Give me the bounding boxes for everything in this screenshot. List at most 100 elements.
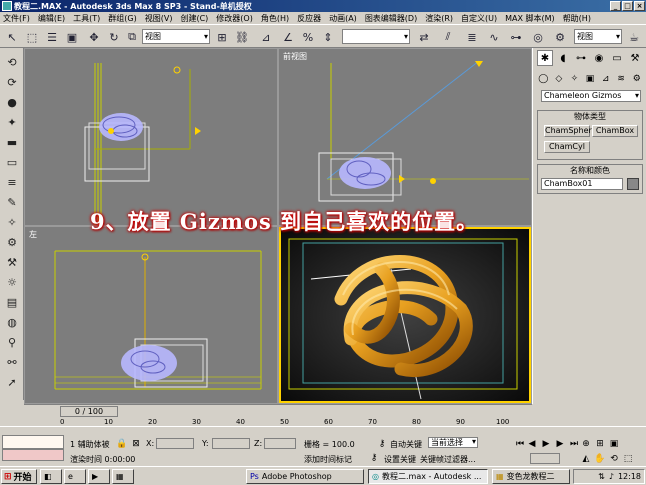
object-name-field[interactable]: ChamBox01 [541, 178, 623, 190]
pan-icon[interactable]: ✋ [594, 453, 606, 465]
ball-icon[interactable]: ◍ [4, 314, 20, 330]
cloth-icon[interactable]: ▤ [4, 294, 20, 310]
object-type-header[interactable]: 物体类型 [538, 111, 642, 121]
shapes-icon[interactable]: ◇ [553, 72, 566, 86]
render-scene-icon[interactable]: ⚙ [552, 29, 568, 45]
zoom-all-icon[interactable]: ⊞ [594, 438, 606, 450]
quicklaunch-folder-icon[interactable]: ▦ [112, 469, 134, 484]
quicklaunch-ie-icon[interactable]: e [64, 469, 86, 484]
pivot-center-icon[interactable]: ⊞ [214, 29, 230, 45]
autokey-label[interactable]: 自动关键 [390, 439, 422, 450]
absolute-mode-icon[interactable]: ⊠ [130, 438, 142, 450]
start-button[interactable]: ⊞ 开始 [1, 469, 37, 484]
sun-icon[interactable]: ☼ [4, 274, 20, 290]
close-button[interactable]: × [634, 1, 645, 11]
name-color-header[interactable]: 名称和颜色 [538, 165, 642, 175]
menu-views[interactable]: 视图(V) [145, 13, 173, 24]
task-tutorial-folder[interactable]: ▦ 变色龙教程二 [492, 469, 570, 484]
time-slider[interactable]: 0 / 100 [60, 406, 118, 417]
prev-frame-icon[interactable]: ◀ [526, 438, 538, 450]
zoom-icon[interactable]: ⊕ [580, 438, 592, 450]
menu-maxscript[interactable]: MAX 脚本(M) [505, 13, 555, 24]
fov-icon[interactable]: ◭ [580, 453, 592, 465]
redo-icon[interactable]: ⟳ [4, 74, 20, 90]
menu-reactor[interactable]: 反应器 [297, 13, 321, 24]
menu-edit[interactable]: 编辑(E) [38, 13, 65, 24]
undo-icon[interactable]: ⟲ [4, 54, 20, 70]
menu-tools[interactable]: 工具(T) [73, 13, 100, 24]
schematic-view-icon[interactable]: ⊶ [508, 29, 524, 45]
motion-tab-icon[interactable]: ◉ [591, 50, 607, 66]
chambox-button[interactable]: ChamBox [592, 125, 638, 137]
render-view-dropdown[interactable]: 视图 [574, 29, 622, 44]
viewport-left[interactable]: 左 [25, 227, 277, 403]
modify-tab-icon[interactable]: ◖ [555, 50, 571, 66]
orbit-icon[interactable]: ⟲ [608, 453, 620, 465]
figure-icon[interactable]: ⚲ [4, 334, 20, 350]
window-crossing-icon[interactable]: ▣ [64, 29, 80, 45]
move-icon[interactable]: ✥ [86, 29, 102, 45]
systems-icon[interactable]: ⚙ [630, 72, 643, 86]
arrow-tool-icon[interactable]: ➚ [4, 374, 20, 390]
wand-icon[interactable]: ✧ [4, 214, 20, 230]
menu-graph-editors[interactable]: 图表编辑器(D) [365, 13, 417, 24]
spacewarps-icon[interactable]: ≋ [615, 72, 628, 86]
menu-animation[interactable]: 动画(A) [329, 13, 357, 24]
align-icon[interactable]: ⫽ [440, 29, 456, 45]
key-filter-button[interactable]: 关键帧过滤器... [420, 454, 476, 465]
select-name-icon[interactable]: ☰ [44, 29, 60, 45]
setkey-label[interactable]: 设置关键 [384, 454, 416, 465]
quicklaunch-media-icon[interactable]: ▶ [88, 469, 110, 484]
object-color-swatch[interactable] [627, 178, 639, 190]
curve-editor-icon[interactable]: ∿ [486, 29, 502, 45]
hierarchy-tab-icon[interactable]: ⊶ [573, 50, 589, 66]
chain-icon[interactable]: ⚯ [4, 354, 20, 370]
reference-coord-dropdown[interactable]: 视图 [142, 29, 210, 44]
material-editor-icon[interactable]: ◎ [530, 29, 546, 45]
select-arrow-icon[interactable]: ↖ [4, 29, 20, 45]
selection-set-dropdown[interactable]: 当前选择 [428, 437, 478, 448]
set-key-icon[interactable]: ⚷ [368, 452, 380, 464]
zoom-extents-icon[interactable]: ▣ [608, 438, 620, 450]
mirror-icon[interactable]: ⇄ [416, 29, 432, 45]
viewport-front[interactable]: 前视图 [279, 49, 531, 225]
z-coord-field[interactable] [264, 438, 296, 449]
chamcyl-button[interactable]: ChamCyl [544, 141, 590, 153]
geometry-icon[interactable]: ◯ [537, 72, 550, 86]
maxscript-listener[interactable] [2, 435, 64, 449]
snap-3d-icon[interactable]: ⊿ [258, 29, 274, 45]
named-selection-dropdown[interactable] [342, 29, 410, 44]
display-tab-icon[interactable]: ▭ [609, 50, 625, 66]
percent-snap-icon[interactable]: % [300, 29, 316, 45]
minimize-button[interactable]: _ [610, 1, 621, 11]
maxscript-mini-listener[interactable] [2, 449, 64, 461]
create-tab-icon[interactable]: ✱ [537, 50, 553, 66]
angle-snap-icon[interactable]: ∠ [280, 29, 296, 45]
box-icon[interactable]: ▬ [4, 134, 20, 150]
menu-group[interactable]: 群组(G) [108, 13, 136, 24]
cameras-icon[interactable]: ▣ [584, 72, 597, 86]
brush-icon[interactable]: ✎ [4, 194, 20, 210]
menu-modifiers[interactable]: 修改器(O) [216, 13, 253, 24]
y-coord-field[interactable] [212, 438, 250, 449]
helpers-icon[interactable]: ⊿ [599, 72, 612, 86]
menu-create[interactable]: 创建(C) [180, 13, 208, 24]
tray-network-icon[interactable]: ⇅ [598, 472, 605, 481]
camera-icon[interactable]: ▭ [4, 154, 20, 170]
select-region-icon[interactable]: ⬚ [24, 29, 40, 45]
layer-icon[interactable]: ≣ [464, 29, 480, 45]
viewport-top[interactable] [25, 49, 277, 225]
quick-render-icon[interactable]: ☕ [626, 29, 642, 45]
play-icon[interactable]: ▶ [540, 438, 552, 450]
task-3dsmax[interactable]: ◎ 教程二.max - Autodesk ... [368, 469, 488, 484]
menu-rendering[interactable]: 渲染(R) [425, 13, 453, 24]
maximize-button[interactable]: □ [622, 1, 633, 11]
lock-icon[interactable]: 🔒 [116, 438, 128, 450]
scale-icon[interactable]: ⧉ [124, 29, 140, 45]
menu-customize[interactable]: 自定义(U) [461, 13, 497, 24]
goto-start-icon[interactable]: ⏮ [514, 438, 526, 450]
link-icon[interactable]: ⛓ [234, 29, 250, 45]
tray-volume-icon[interactable]: ♪ [609, 472, 614, 481]
current-frame-field[interactable] [530, 453, 560, 464]
gear-icon[interactable]: ⚙ [4, 234, 20, 250]
